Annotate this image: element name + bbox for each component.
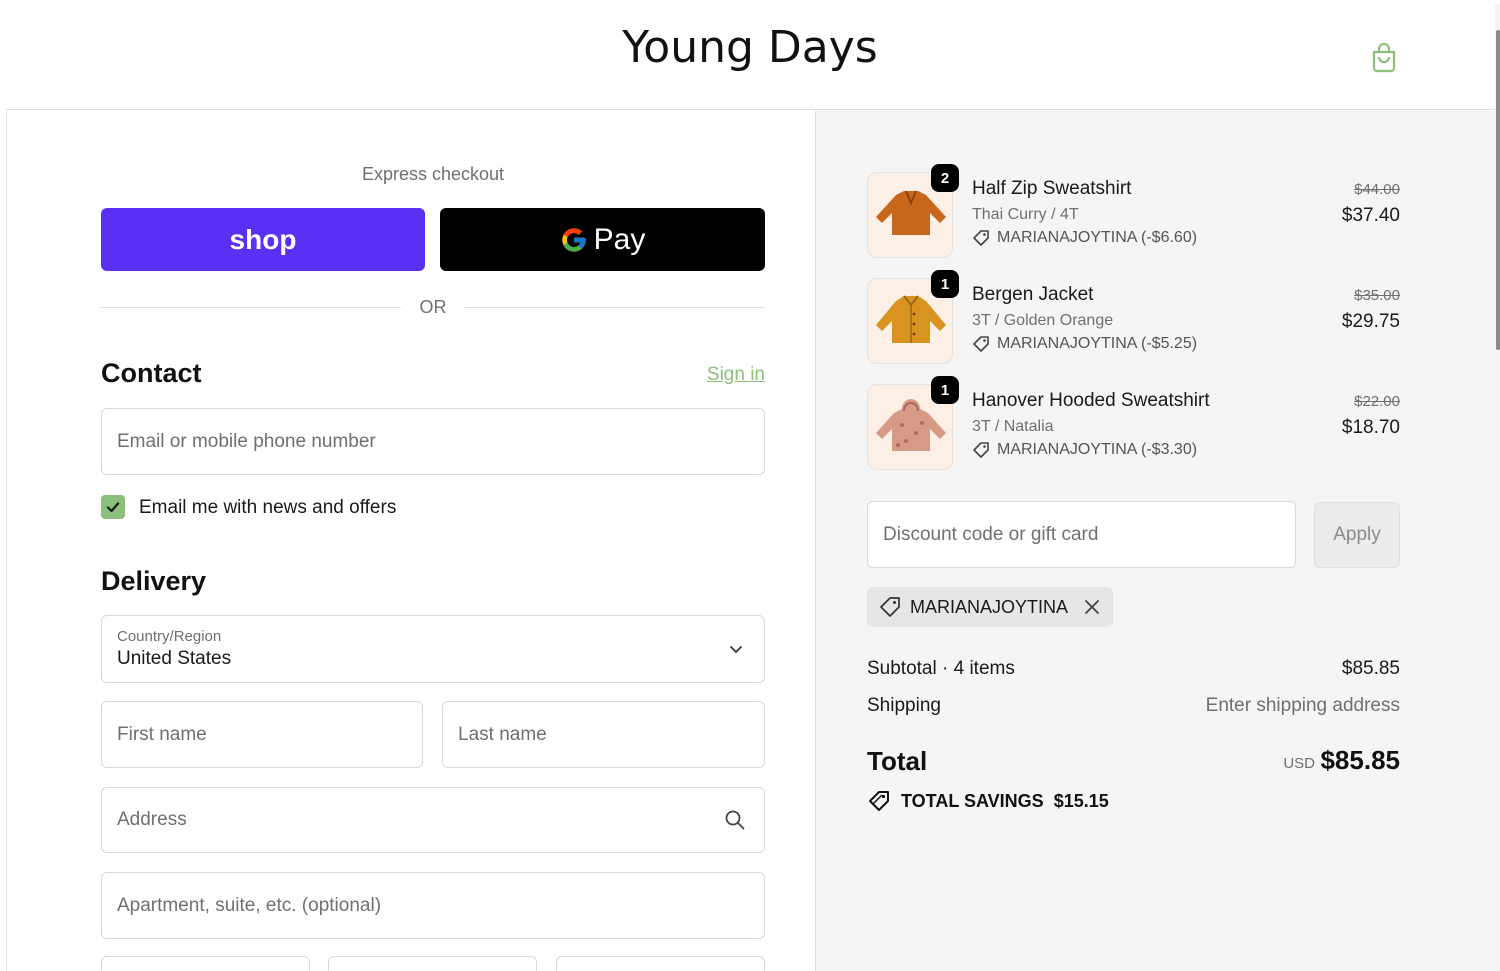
item-variant: 3T / Natalia [972,418,1054,435]
divider-left [101,307,401,308]
scrollbar-thumb[interactable] [1496,30,1500,350]
shopping-bag-icon[interactable] [1368,40,1400,74]
original-price: $44.00 [1354,181,1400,198]
subtotal-label: Subtotal · 4 items [867,658,1015,679]
google-pay-button[interactable]: Pay [440,208,765,271]
item-name: Hanover Hooded Sweatshirt [972,390,1210,411]
total-savings: TOTAL SAVINGS $15.15 [867,789,1109,813]
cart-item: 1 Hanover Hooded Sweatshirt 3T / Natalia… [867,376,1400,474]
shop-pay-button[interactable]: shop [101,208,425,271]
quantity-badge: 2 [931,164,959,192]
item-discount-text: MARIANAJOYTINA (-$5.25) [997,335,1198,352]
first-name-field[interactable]: First name [101,701,423,768]
google-pay-label: Pay [593,222,646,256]
item-variant: Thai Curry / 4T [972,206,1079,223]
sign-in-link[interactable]: Sign in [690,364,765,386]
item-name: Half Zip Sweatshirt [972,178,1132,199]
address-placeholder: Address [117,809,187,830]
email-placeholder: Email or mobile phone number [117,430,376,452]
item-discount: MARIANAJOYTINA (-$6.60) [972,229,1197,247]
last-name-field[interactable]: Last name [442,701,765,768]
discounted-price: $18.70 [1341,417,1400,438]
country-label: Country/Region [117,628,222,645]
contact-heading: Contact [101,358,202,388]
shipping-label: Shipping [867,695,941,716]
shop-pay-label: shop [229,223,297,255]
country-value: United States [117,648,232,669]
search-icon[interactable] [724,809,746,831]
applied-discount-chip: MARIANAJOYTINA [867,587,1114,627]
zip-field[interactable] [556,956,765,971]
apply-discount-button[interactable]: Apply [1314,502,1400,568]
tag-icon [973,230,989,246]
tag-icon [880,597,900,617]
item-discount: MARIANAJOYTINA (-$5.25) [972,335,1197,353]
shipping-value: Enter shipping address [1205,695,1400,716]
newsletter-label: Email me with news and offers [139,497,397,518]
tag-icon [973,336,989,352]
email-field[interactable]: Email or mobile phone number [101,408,765,475]
discounted-price: $29.75 [1341,311,1400,332]
last-name-placeholder: Last name [458,723,547,745]
item-discount: MARIANAJOYTINA (-$3.30) [972,441,1197,459]
remove-discount-icon[interactable] [1083,598,1101,616]
applied-discount-code: MARIANAJOYTINA [910,596,1069,617]
store-logo[interactable]: Young Days [0,22,1500,73]
google-g-icon [561,227,586,252]
original-price: $22.00 [1354,393,1400,410]
item-discount-text: MARIANAJOYTINA (-$6.60) [997,229,1198,246]
discount-code-field[interactable]: Discount code or gift card [867,501,1296,568]
total-label: Total [867,746,928,776]
total-currency: USD [1283,755,1315,772]
newsletter-checkbox[interactable] [101,495,125,519]
subtotal-value: $85.85 [1341,658,1400,679]
or-separator: OR [419,297,447,317]
delivery-heading: Delivery [101,566,207,596]
item-discount-text: MARIANAJOYTINA (-$3.30) [997,441,1198,458]
savings-tag-icon [869,791,889,811]
cart-item: 2 Half Zip Sweatshirt Thai Curry / 4T MA… [867,164,1400,262]
city-field[interactable] [101,956,310,971]
cart-item: 1 Bergen Jacket 3T / Golden Orange MARIA… [867,270,1400,368]
chevron-down-icon [730,646,742,653]
discounted-price: $37.40 [1341,205,1400,226]
savings-label: TOTAL SAVINGS [901,790,1044,811]
country-select[interactable]: Country/Region United States [101,615,765,683]
quantity-badge: 1 [931,376,959,404]
item-variant: 3T / Golden Orange [972,312,1114,329]
total-value: $85.85 [1320,745,1400,775]
first-name-placeholder: First name [117,723,207,745]
quantity-badge: 1 [931,270,959,298]
item-name: Bergen Jacket [972,284,1094,305]
address-field[interactable]: Address [101,787,765,853]
state-field[interactable] [328,956,537,971]
tag-icon [973,442,989,458]
express-checkout-title: Express checkout [361,164,505,184]
savings-value: $15.15 [1053,790,1109,811]
discount-code-placeholder: Discount code or gift card [883,523,1099,545]
divider-right [465,307,765,308]
apartment-placeholder: Apartment, suite, etc. (optional) [117,894,382,916]
apartment-field[interactable]: Apartment, suite, etc. (optional) [101,872,765,939]
original-price: $35.00 [1354,287,1400,304]
checkmark-icon [106,502,120,513]
